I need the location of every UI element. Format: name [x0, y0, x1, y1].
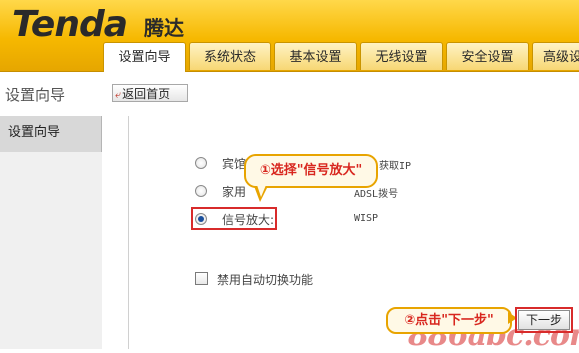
callout-next: ②点击"下一步": [386, 307, 512, 334]
option-signal-amplify-desc: WISP: [354, 213, 379, 224]
header-bar: Tenda 腾达 设置向导 系统状态 基本设置 无线设置 安全设置 高级设: [0, 0, 579, 72]
back-arrow-icon: ⤶: [115, 88, 122, 101]
disable-auto-switch-label: 禁用自动切换功能: [217, 273, 314, 287]
back-home-label: 返回首页: [122, 87, 171, 101]
tab-basic-settings[interactable]: 基本设置: [274, 42, 357, 70]
callout-select: ①选择"信号放大": [244, 154, 378, 188]
next-step-button[interactable]: 下一步: [518, 310, 570, 330]
back-home-button[interactable]: ⤶返回首页: [112, 84, 188, 102]
option-hotel-label: 宾馆: [222, 157, 247, 171]
tab-advanced-settings[interactable]: 高级设: [532, 42, 579, 70]
option-hotel-desc: 获取IP: [379, 161, 412, 172]
page-title: 设置向导: [5, 86, 66, 104]
tab-system-status[interactable]: 系统状态: [189, 42, 271, 70]
option-home-label: 家用: [222, 185, 247, 199]
tenda-logo: Tenda: [12, 4, 128, 45]
signal-amplify-highlight: [191, 207, 277, 230]
callout-select-tail-inner: [257, 185, 266, 197]
sidebar: 设置向导: [0, 116, 102, 349]
sidebar-item-setup-wizard[interactable]: 设置向导: [0, 116, 102, 152]
tab-setup-wizard[interactable]: 设置向导: [103, 42, 186, 72]
disable-auto-switch-checkbox[interactable]: [195, 272, 208, 285]
main-tabs: 设置向导 系统状态 基本设置 无线设置 安全设置 高级设: [103, 42, 579, 72]
radio-hotel[interactable]: [195, 157, 207, 169]
tab-security-settings[interactable]: 安全设置: [446, 42, 529, 70]
radio-home[interactable]: [195, 185, 207, 197]
tab-wireless-settings[interactable]: 无线设置: [360, 42, 443, 70]
tenda-logo-cn: 腾达: [144, 16, 184, 40]
